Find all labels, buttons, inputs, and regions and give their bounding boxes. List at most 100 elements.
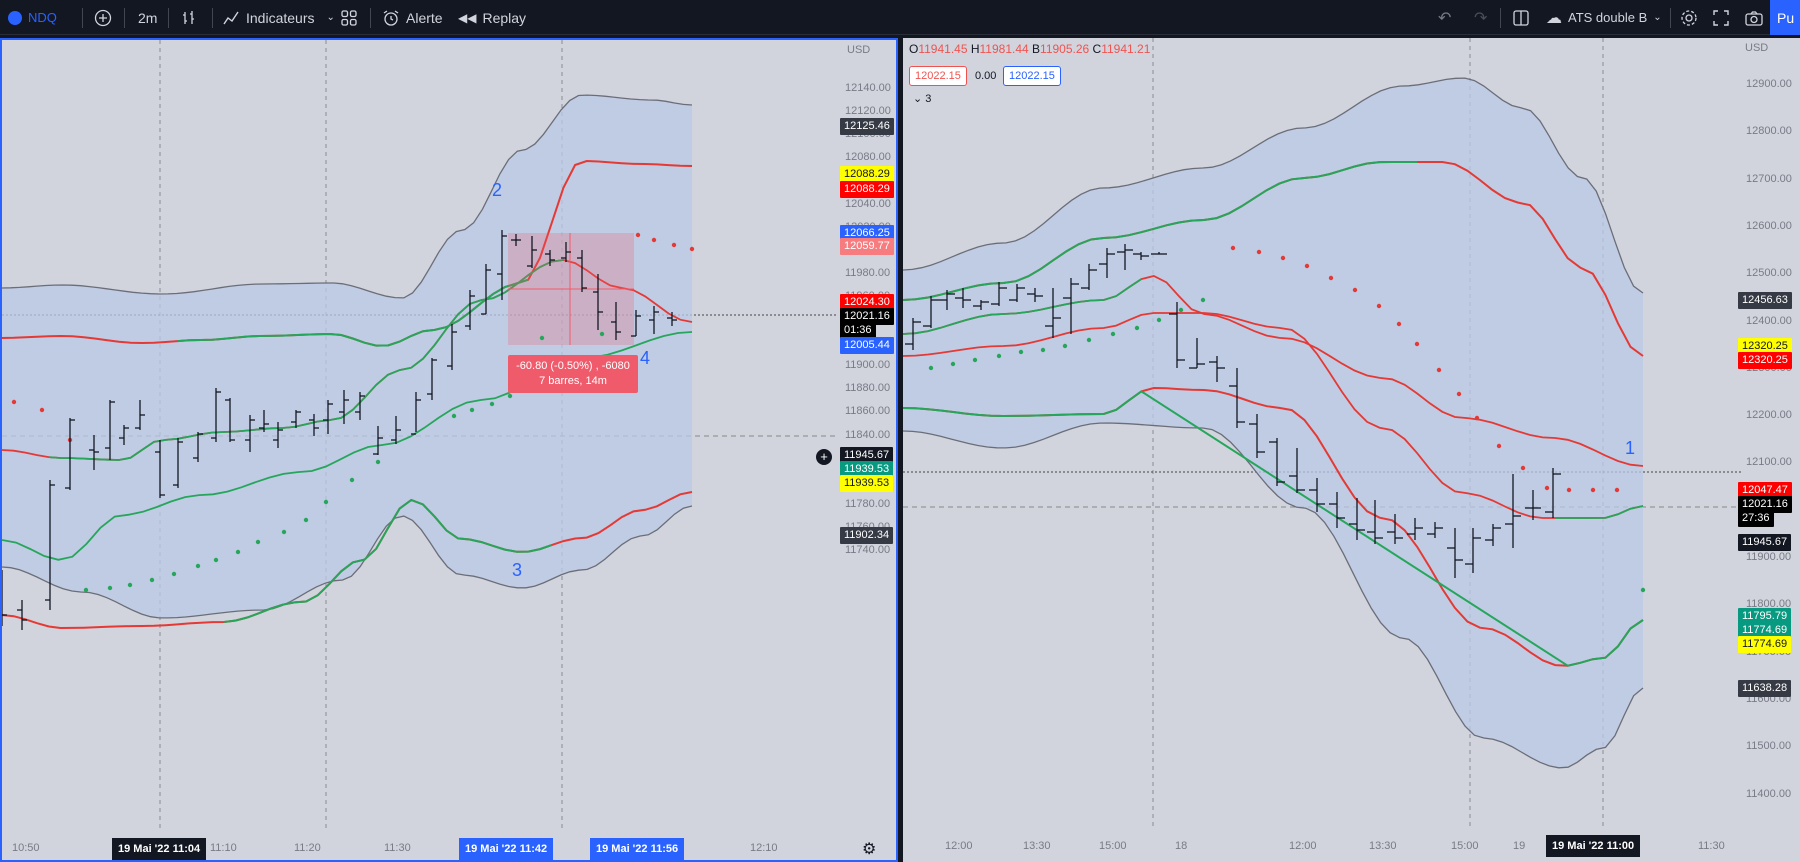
chevron-down-icon: ⌄ [913,93,923,105]
sar-dot [1134,325,1140,331]
sar-dot [1414,341,1420,347]
symbol-search[interactable]: NDQ [8,0,57,35]
annotation-1: 1 [1625,438,1636,458]
measure-change: -60.80 (-0.50%) , -6080 [516,360,630,372]
publish-button[interactable]: Pu [1770,0,1800,35]
left-chart-canvas[interactable] [2,40,896,860]
sar-dot [1614,487,1620,493]
sar-dot [539,335,545,341]
redo-button[interactable]: ↷ [1474,0,1487,35]
ohlc-bar [2,570,7,626]
replay-label: Replay [482,9,527,26]
sar-dot [349,477,355,483]
sar-dot [1396,321,1402,327]
sar-dot [1040,347,1046,353]
gear-icon[interactable]: ⚙ [862,839,876,859]
price-scale-label: 11638.28 [1738,680,1792,697]
price-axis-tick: 12120.00 [845,105,891,118]
sar-dot [1474,415,1480,421]
sar-dot [507,393,513,399]
time-axis-tick: 11:30 [384,842,411,854]
price-axis-tick: 11740.00 [845,544,891,556]
sar-dot [195,563,201,569]
time-axis-tick: 11:30 [1698,840,1725,852]
sar-dot [950,361,956,367]
indicator-input-b[interactable]: 12022.15 [1003,66,1061,86]
indicators-button[interactable]: Indicateurs ⌄ [222,0,335,35]
time-axis-tick: 12:00 [945,840,973,852]
sar-dot [1376,303,1382,309]
snapshot-button[interactable] [1744,0,1764,35]
sar-dot [1280,255,1286,261]
price-axis-tick: 12040.00 [845,197,891,210]
sar-dot [928,365,934,371]
sar-dot [1156,317,1162,323]
price-axis-tick: 11500.00 [1746,740,1792,753]
price-scale-label: 12456.63 [1738,292,1792,309]
price-axis-tick: 12800.00 [1746,125,1792,138]
publish-label: Pu [1777,9,1795,26]
indicator-input-a[interactable]: 12022.15 [909,66,967,86]
time-badge-cursor: 19 Mai '22 11:00 [1546,835,1641,857]
price-scale-label: 12005.44 [840,337,894,354]
price-axis-tick: 11900.00 [1746,551,1792,563]
interval-button[interactable]: 2m [138,0,157,35]
sar-dot [996,353,1002,359]
plus-circle-icon [94,9,112,26]
sar-dot [1110,331,1116,337]
right-chart-canvas[interactable] [903,38,1800,862]
sar-dot [171,571,177,577]
indicator-count: 3 [925,93,932,105]
price-axis-tick: 11780.00 [845,497,891,510]
price-axis-tick: 11400.00 [1746,787,1792,800]
time-badge-end: 19 Mai '22 11:56 [590,838,685,860]
price-axis-tick: 12200.00 [1746,409,1792,422]
alert-button[interactable]: Alerte [382,0,443,35]
undo-button[interactable]: ↶ [1438,0,1451,35]
layout-save-button[interactable]: ☁ ATS double B ⌄ [1546,0,1662,35]
fullscreen-button[interactable] [1712,0,1730,35]
chart-type-button[interactable] [180,0,198,35]
collapse-indicators-button[interactable]: ⌄ 3 [913,92,931,105]
replay-button[interactable]: ◀◀ Replay [458,0,526,35]
price-axis-tick: 12140.00 [845,82,891,94]
chart-pane-left[interactable]: USD 12140.0012120.0012100.0012080.001206… [0,38,898,862]
sar-dot [1086,337,1092,343]
top-toolbar: NDQ 2m Indicateurs ⌄ Alerte ◀◀ Replay ↶ … [0,0,1800,35]
grid-templates-icon [341,9,357,26]
sar-dot [1520,465,1526,471]
price-axis-tick: 12400.00 [1746,314,1792,327]
price-axis-tick: 11860.00 [845,405,891,418]
time-axis-tick: 15:00 [1099,840,1127,852]
gear-icon [1681,9,1697,26]
sar-dot [281,529,287,535]
symbol-logo-icon [8,10,22,25]
sar-dot [1640,587,1646,593]
cloud-icon: ☁ [1546,9,1562,27]
time-axis-tick: 18 [1175,840,1188,852]
sar-dot [1352,287,1358,293]
price-axis-tick: 11900.00 [845,359,891,372]
sar-dot [635,232,641,238]
templates-button[interactable] [340,0,358,35]
undo-icon: ↶ [1438,9,1452,27]
sar-dot [11,399,17,405]
sar-dot [149,577,155,583]
sar-dot [375,459,381,465]
chart-pane-right[interactable]: USD O11941.45 H11981.44 B11905.26 C11941… [903,38,1800,862]
chevron-down-icon: ⌄ [326,12,335,23]
layout-select-button[interactable] [1512,0,1530,35]
sar-dot [1062,343,1068,349]
annotation-4: 4 [640,348,651,368]
ohlc-bar [17,600,27,630]
price-axis-tick: 12600.00 [1746,219,1792,232]
time-axis-tick: 13:30 [1369,840,1397,852]
sar-dot [83,587,89,593]
ohlc-legend: O11941.45 H11981.44 B11905.26 C11941.21 [909,42,1151,56]
add-plus-icon[interactable]: + [816,449,832,465]
price-scale-label: 11939.53 [840,475,894,492]
compare-add-button[interactable] [94,0,112,35]
settings-button[interactable] [1680,0,1698,35]
sar-dot [1304,263,1310,269]
sar-dot [1566,487,1572,493]
